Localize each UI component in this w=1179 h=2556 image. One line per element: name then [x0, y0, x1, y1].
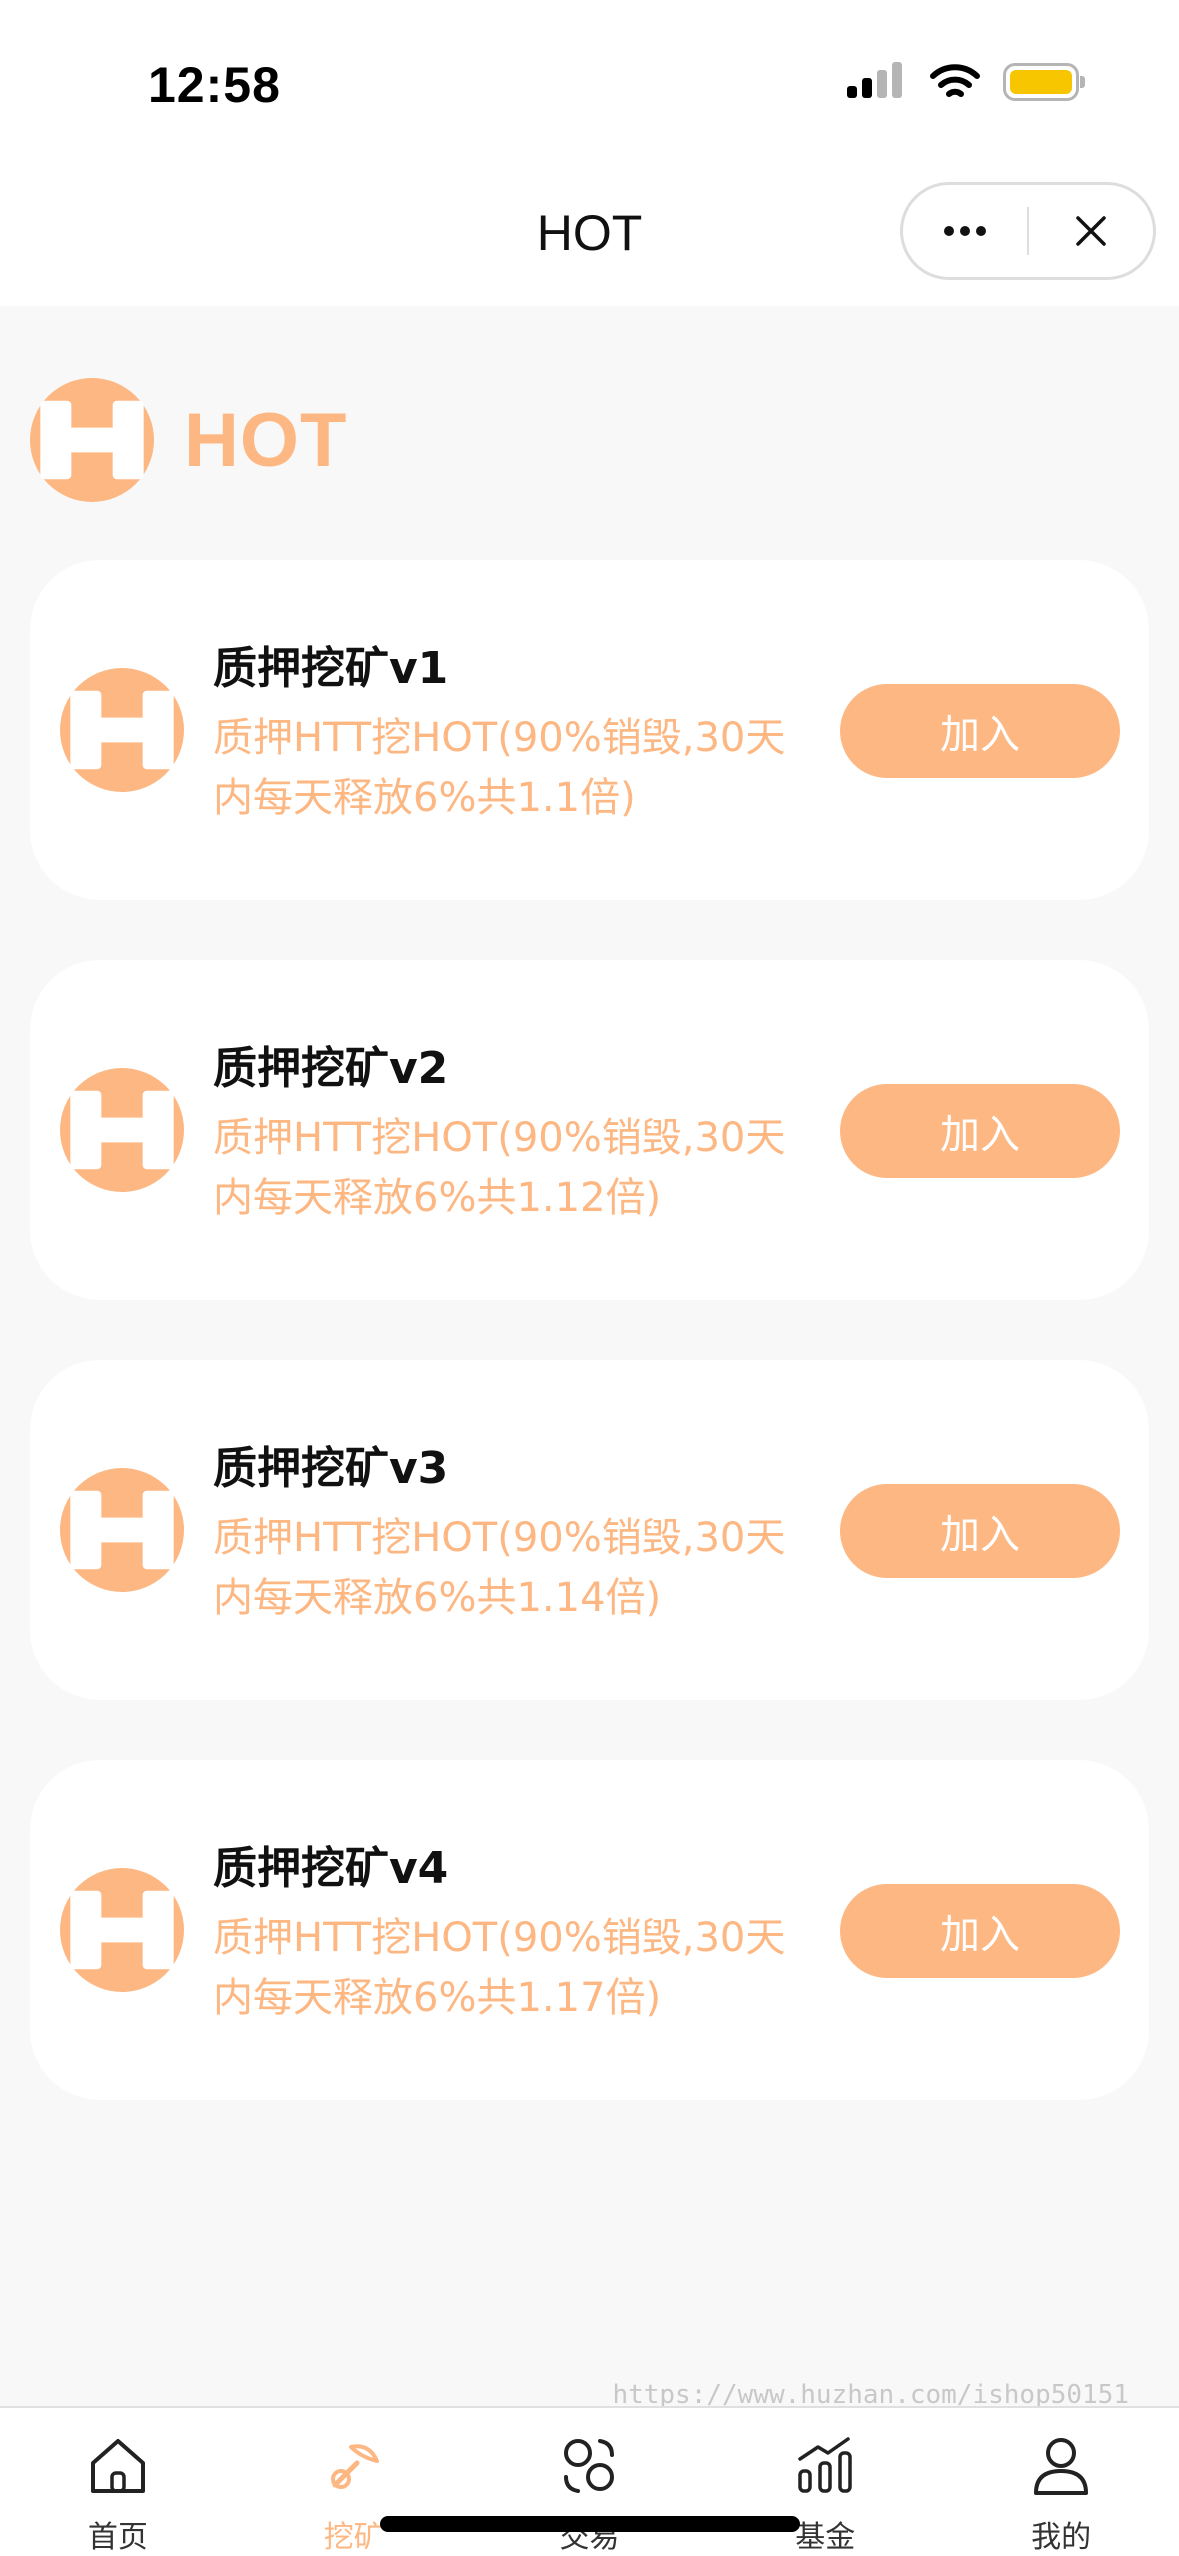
- more-button[interactable]: [903, 185, 1027, 277]
- tab-label: 首页: [87, 2520, 148, 2555]
- plan-description: 质押HTT挖HOT(90%销毁,30天 内每天释放6%共1.1倍): [213, 708, 853, 828]
- user-icon: [1034, 2438, 1089, 2495]
- tab-home[interactable]: 首页: [0, 2408, 236, 2556]
- close-icon: [1076, 216, 1106, 246]
- join-button[interactable]: 加入: [840, 1884, 1120, 1978]
- brand-header: HOT: [30, 378, 347, 502]
- status-icons: [847, 62, 1085, 102]
- tab-mining[interactable]: 挖矿: [236, 2408, 472, 2556]
- plan-description: 质押HTT挖HOT(90%销毁,30天 内每天释放6%共1.12倍): [213, 1108, 853, 1228]
- plan-list: 质押挖矿v1 质押HTT挖HOT(90%销毁,30天 内每天释放6%共1.1倍)…: [30, 560, 1149, 2160]
- hot-logo-icon: [60, 1468, 184, 1592]
- plan-description: 质押HTT挖HOT(90%销毁,30天 内每天释放6%共1.17倍): [213, 1908, 853, 2028]
- plan-desc-line: 内每天释放6%共1.17倍): [213, 1975, 662, 2021]
- tab-label: 基金: [795, 2520, 856, 2555]
- plan-card: 质押挖矿v4 质押HTT挖HOT(90%销毁,30天 内每天释放6%共1.17倍…: [30, 1760, 1149, 2100]
- mining-icon: [330, 2444, 379, 2489]
- plan-title: 质押挖矿v3: [213, 1443, 449, 1494]
- tab-exchange[interactable]: 交易: [472, 2408, 708, 2556]
- join-button[interactable]: 加入: [840, 684, 1120, 778]
- plan-description: 质押HTT挖HOT(90%销毁,30天 内每天释放6%共1.14倍): [213, 1508, 853, 1628]
- fund-chart-icon: [798, 2437, 853, 2493]
- more-dots-icon: [944, 226, 986, 236]
- cellular-signal-icon: [847, 62, 902, 98]
- plan-desc-line: 内每天释放6%共1.12倍): [213, 1175, 662, 1221]
- plan-title: 质押挖矿v2: [213, 1043, 449, 1094]
- home-icon: [90, 2439, 145, 2493]
- plan-desc-line: 质押HTT挖HOT(90%销毁,30天: [213, 1515, 786, 1561]
- plan-card: 质押挖矿v3 质押HTT挖HOT(90%销毁,30天 内每天释放6%共1.14倍…: [30, 1360, 1149, 1700]
- plan-desc-line: 内每天释放6%共1.1倍): [213, 775, 636, 821]
- plan-card: 质押挖矿v2 质押HTT挖HOT(90%销毁,30天 内每天释放6%共1.12倍…: [30, 960, 1149, 1300]
- tab-fund[interactable]: 基金: [707, 2408, 943, 2556]
- close-button[interactable]: [1029, 185, 1153, 277]
- join-button[interactable]: 加入: [840, 1484, 1120, 1578]
- tab-profile[interactable]: 我的: [943, 2408, 1179, 2556]
- hot-logo-icon: [60, 1868, 184, 1992]
- tab-label: 挖矿: [323, 2520, 384, 2555]
- plan-desc-line: 质押HTT挖HOT(90%销毁,30天: [213, 1915, 786, 1961]
- plan-desc-line: 质押HTT挖HOT(90%销毁,30天: [213, 715, 786, 761]
- wifi-icon: [930, 64, 980, 97]
- join-button[interactable]: 加入: [840, 1084, 1120, 1178]
- status-bar: 12:58: [0, 0, 1179, 170]
- plan-desc-line: 内每天释放6%共1.14倍): [213, 1575, 662, 1621]
- hot-logo-icon: [60, 1068, 184, 1192]
- plan-card: 质押挖矿v1 质押HTT挖HOT(90%销毁,30天 内每天释放6%共1.1倍)…: [30, 560, 1149, 900]
- battery-icon: [1003, 63, 1085, 101]
- hot-logo-icon: [60, 668, 184, 792]
- plan-title: 质押挖矿v4: [213, 1843, 449, 1894]
- plan-title: 质押挖矿v1: [213, 643, 449, 694]
- home-indicator: [380, 2516, 800, 2532]
- hot-logo-icon: [30, 378, 154, 502]
- nav-bar: HOT: [0, 170, 1179, 306]
- mini-program-capsule: [900, 182, 1156, 280]
- tab-label: 我的: [1031, 2520, 1092, 2555]
- exchange-icon: [564, 2439, 615, 2493]
- status-time: 12:58: [148, 57, 281, 113]
- plan-desc-line: 质押HTT挖HOT(90%销毁,30天: [213, 1115, 786, 1161]
- brand-name: HOT: [184, 397, 348, 483]
- tab-bar: 首页 挖矿 交易 基金 我的: [0, 2406, 1179, 2556]
